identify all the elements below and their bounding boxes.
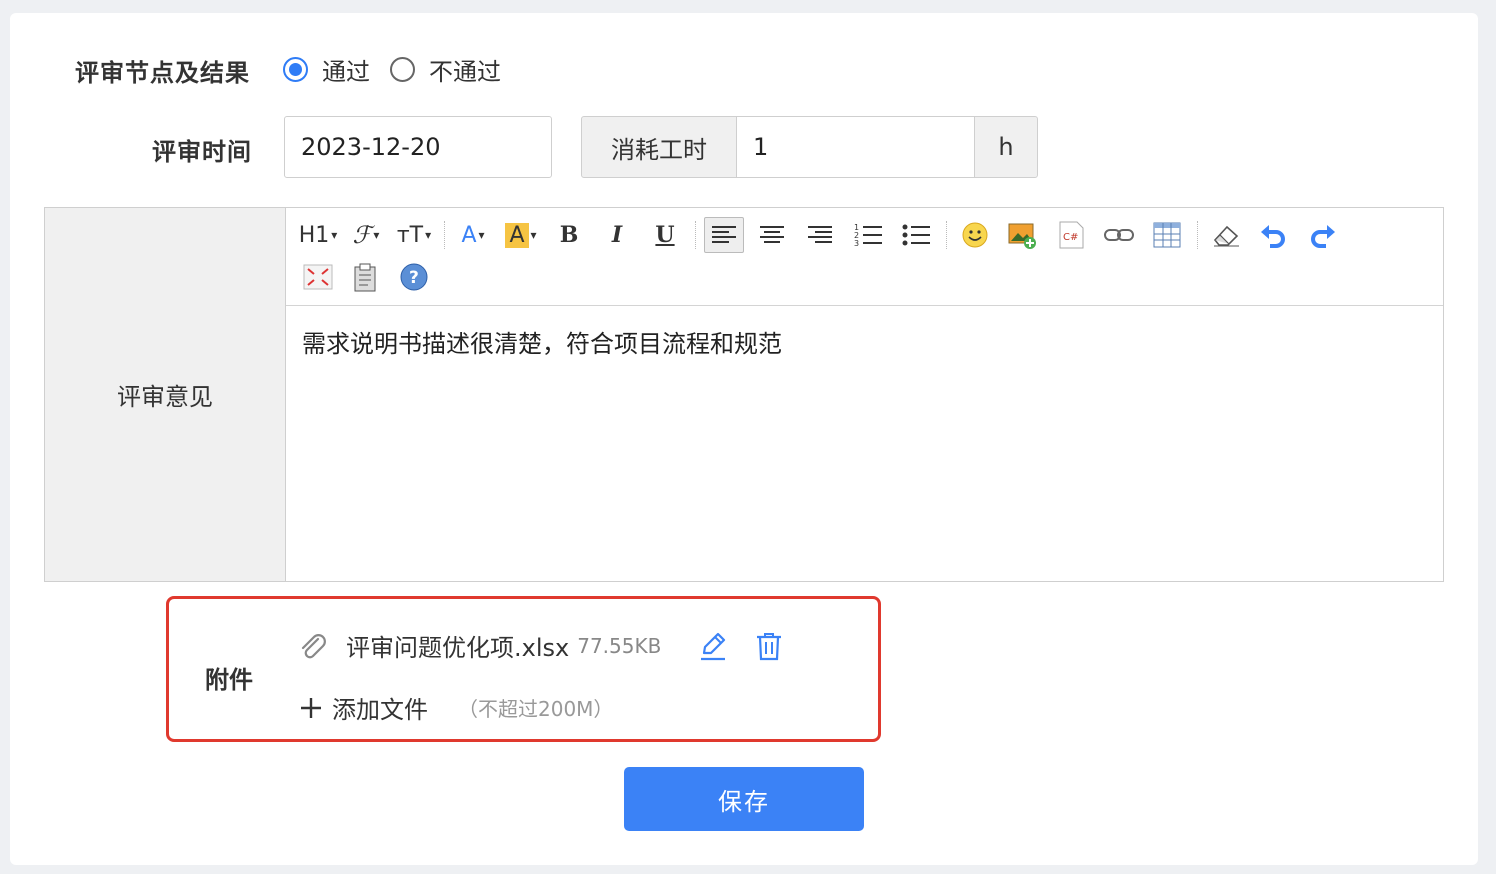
font-family-icon: ℱ: [352, 221, 372, 249]
add-file-hint: （不超过200M）: [458, 697, 614, 721]
radio-option-fail[interactable]: 不通过: [390, 52, 501, 87]
unordered-list-button[interactable]: [896, 217, 936, 253]
rich-text-editor: H1 ▾ ℱ ▾ тT ▾ A ▾ A ▾ B I U 1 2 3 C# ? 需…: [285, 208, 1443, 581]
svg-text:3: 3: [854, 239, 859, 247]
review-opinion-label: 评审意见: [117, 383, 213, 411]
editor-content[interactable]: 需求说明书描述很清楚，符合项目流程和规范: [286, 306, 1443, 377]
align-center-icon: [760, 226, 784, 243]
insert-code-icon: C#: [1059, 221, 1084, 249]
editor-toolbar: H1 ▾ ℱ ▾ тT ▾ A ▾ A ▾ B I U 1 2 3 C# ?: [286, 208, 1443, 306]
radio-fail[interactable]: [390, 57, 415, 82]
paperclip-icon: [296, 630, 328, 662]
toolbar-separator: [695, 221, 696, 249]
ordered-list-button[interactable]: 123: [848, 217, 888, 253]
fullscreen-icon: [303, 264, 333, 290]
paste-text-button[interactable]: [346, 259, 386, 295]
fullscreen-button[interactable]: [298, 259, 338, 295]
eraser-icon: [1213, 225, 1239, 247]
bold-button[interactable]: B: [549, 217, 589, 253]
add-file-label: 添加文件: [332, 696, 428, 724]
redo-icon: [1311, 225, 1335, 248]
insert-code-button[interactable]: C#: [1051, 217, 1091, 253]
font-size-button[interactable]: тT ▾: [394, 217, 434, 253]
align-right-button[interactable]: [800, 217, 840, 253]
font-color-button[interactable]: A ▾: [453, 217, 493, 253]
insert-link-button[interactable]: [1099, 217, 1139, 253]
undo-icon: [1261, 225, 1285, 248]
align-center-button[interactable]: [752, 217, 792, 253]
link-icon: [1104, 229, 1134, 241]
underline-button[interactable]: U: [645, 217, 685, 253]
radio-option-pass[interactable]: 通过: [283, 52, 370, 87]
svg-text:?: ?: [409, 268, 419, 288]
emoji-button[interactable]: [955, 217, 995, 253]
edit-icon[interactable]: [697, 630, 729, 662]
attachment-file-size: 77.55KB: [577, 633, 662, 658]
help-icon: ?: [400, 263, 428, 291]
plus-icon: [298, 695, 324, 721]
clear-format-button[interactable]: [1206, 217, 1246, 253]
attachment-file-name[interactable]: 评审问题优化项.xlsx: [346, 628, 569, 663]
unordered-list-icon: [902, 224, 930, 246]
review-result-radio-group: 通过 不通过: [283, 52, 521, 87]
align-right-icon: [808, 226, 832, 243]
hours-unit-addon: h: [974, 116, 1038, 178]
background-color-button[interactable]: A ▾: [501, 217, 541, 253]
font-family-button[interactable]: ℱ ▾: [346, 217, 386, 253]
review-date-input[interactable]: 2023-12-20: [284, 116, 552, 178]
insert-table-button[interactable]: [1147, 217, 1187, 253]
attachment-file-item: 评审问题优化项.xlsx 77.55KB: [296, 628, 785, 663]
review-time-label: 评审时间: [152, 138, 252, 166]
ordered-list-icon: 123: [854, 223, 882, 247]
review-opinion-row: 评审意见 H1 ▾ ℱ ▾ тT ▾ A ▾ A ▾ B I U 1 2 3 C…: [44, 207, 1444, 582]
align-left-icon: [712, 226, 736, 243]
radio-pass[interactable]: [283, 57, 308, 82]
review-node-label: 评审节点及结果: [75, 59, 250, 87]
toolbar-separator: [444, 221, 445, 249]
italic-button[interactable]: I: [597, 217, 637, 253]
insert-image-button[interactable]: [1003, 217, 1043, 253]
table-icon: [1153, 222, 1181, 248]
clipboard-icon: [354, 263, 376, 292]
radio-fail-label: 不通过: [429, 58, 501, 86]
svg-text:C#: C#: [1063, 232, 1078, 243]
delete-icon[interactable]: [753, 630, 785, 662]
undo-button[interactable]: [1254, 217, 1294, 253]
radio-pass-label: 通过: [322, 58, 370, 86]
align-left-button[interactable]: [704, 217, 744, 253]
help-button[interactable]: ?: [394, 259, 434, 295]
attachment-label: 附件: [205, 666, 253, 694]
hours-label-addon: 消耗工时: [581, 116, 737, 178]
emoji-icon: [962, 222, 988, 248]
redo-button[interactable]: [1302, 217, 1342, 253]
add-file-button[interactable]: 添加文件 （不超过200M）: [298, 690, 613, 725]
heading-button[interactable]: H1 ▾: [298, 217, 338, 253]
hours-input[interactable]: 1: [736, 116, 975, 178]
save-button[interactable]: 保存: [624, 767, 864, 831]
toolbar-separator: [946, 221, 947, 249]
toolbar-separator: [1197, 221, 1198, 249]
insert-image-icon: [1008, 223, 1036, 249]
